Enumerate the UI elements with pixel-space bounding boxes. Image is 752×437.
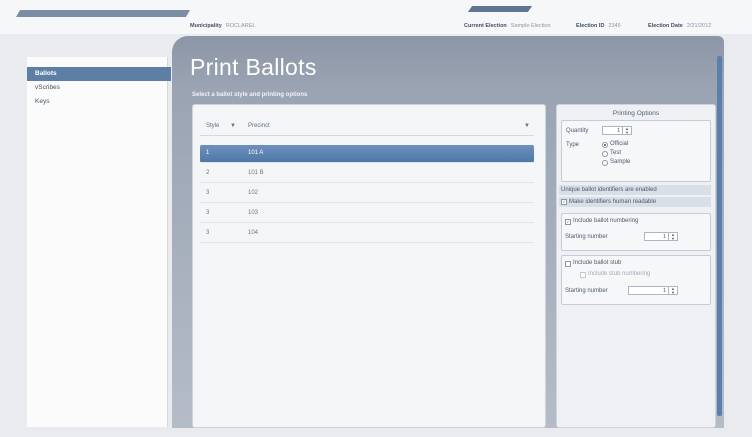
table-row[interactable]: 2 101 B xyxy=(200,165,534,183)
include-stub-checkbox[interactable] xyxy=(565,261,571,267)
table-row[interactable]: 3 103 xyxy=(200,205,534,223)
column-header-precinct[interactable]: Precinct xyxy=(248,123,270,129)
include-stub-numbering-checkbox[interactable] xyxy=(580,272,586,278)
include-numbering-checkbox[interactable]: ✓ xyxy=(565,219,571,225)
sidebar: Ballots vScribes Keys xyxy=(27,57,171,427)
current-election-label: Current Election xyxy=(464,23,507,29)
stub-starting-number-value: 1 xyxy=(662,288,666,294)
spinner-arrows-icon[interactable]: ▲ ▼ xyxy=(622,127,631,134)
table-row[interactable]: 3 104 xyxy=(200,225,534,243)
scrollbar[interactable] xyxy=(717,56,722,416)
filter-icon[interactable]: ▼ xyxy=(230,123,236,129)
table-row[interactable]: 1 101 A xyxy=(200,145,534,163)
precinct-cell: 104 xyxy=(248,230,259,236)
table-header: Style ▼ Precinct ▼ xyxy=(200,119,534,136)
style-cell: 3 xyxy=(206,230,210,236)
election-date-label: Election Date xyxy=(648,23,683,29)
page-subtitle: Select a ballot style and printing optio… xyxy=(192,92,308,98)
precinct-cell: 102 xyxy=(248,190,259,196)
quantity-value: 1 xyxy=(616,128,620,134)
current-election-value: Sample Election xyxy=(510,23,551,29)
printing-options-panel: Printing Options Quantity 1 ▲ ▼ Type Offi… xyxy=(556,104,716,428)
type-sample-radio[interactable] xyxy=(602,160,608,166)
type-official-radio[interactable] xyxy=(602,142,608,148)
precinct-cell: 103 xyxy=(248,210,259,216)
style-cell: 3 xyxy=(206,210,210,216)
type-official-label: Official xyxy=(610,141,629,147)
stub-group: Include ballot stub Include stub numberi… xyxy=(561,255,711,305)
starting-number-label: Starting number xyxy=(565,234,608,240)
type-test-label: Test xyxy=(610,150,622,156)
spinner-arrows-icon[interactable]: ▲ ▼ xyxy=(668,287,677,294)
precinct-cell: 101 A xyxy=(248,150,264,156)
table-row[interactable]: 3 102 xyxy=(200,185,534,203)
ballot-style-list: Style ▼ Precinct ▼ 1 101 A 2 101 B 3 102… xyxy=(192,104,546,428)
type-sample-label: Sample xyxy=(610,159,631,165)
stub-starting-number-stepper[interactable]: 1 ▲ ▼ xyxy=(628,286,678,295)
style-cell: 1 xyxy=(206,150,210,156)
include-stub-label: Include ballot stub xyxy=(573,260,622,266)
unique-identifiers-text: Unique ballot identifiers are enabled xyxy=(561,187,657,193)
election-id-label: Election ID xyxy=(576,23,605,29)
brand-stripe xyxy=(15,10,191,17)
starting-number-stepper[interactable]: 1 ▲ ▼ xyxy=(644,232,678,241)
election-id-value: 2345 xyxy=(608,23,621,29)
current-election-info: Current Election Sample Election xyxy=(464,23,551,29)
quantity-stepper[interactable]: 1 ▲ ▼ xyxy=(602,126,632,135)
top-bar: Municipality ROCLAREL Current Election Sam… xyxy=(0,0,752,34)
unique-identifiers-notice: Unique ballot identifiers are enabled xyxy=(559,185,711,195)
election-date-info: Election Date 2/21/2012 xyxy=(648,23,711,29)
spinner-arrows-icon[interactable]: ▲ ▼ xyxy=(668,233,677,240)
numbering-group: ✓ Include ballot numbering Starting numb… xyxy=(561,213,711,251)
printing-options-title: Printing Options xyxy=(612,110,660,117)
main-content: Print Ballots Select a ballot style and … xyxy=(172,36,724,428)
human-readable-checkbox[interactable]: ✓ xyxy=(561,199,567,205)
page-title: Print Ballots xyxy=(190,54,317,80)
include-stub-numbering-label: Include stub numbering xyxy=(588,271,651,277)
election-id-info: Election ID 2345 xyxy=(576,23,621,29)
type-test-radio[interactable] xyxy=(602,151,608,157)
municipality-label: Municipality xyxy=(190,23,222,29)
brand-stripe-secondary xyxy=(467,6,533,12)
style-cell: 3 xyxy=(206,190,210,196)
sidebar-item-ballots[interactable]: Ballots xyxy=(27,67,171,81)
quantity-label: Quantity xyxy=(566,128,589,134)
municipality-info: Municipality ROCLAREL xyxy=(190,23,255,29)
style-cell: 2 xyxy=(206,170,210,176)
human-readable-row: ✓ Make identifiers human readable xyxy=(559,197,711,207)
election-date-value: 2/21/2012 xyxy=(686,23,712,29)
human-readable-label: Make identifiers human readable xyxy=(569,199,657,205)
sidebar-item-keys[interactable]: Keys xyxy=(27,95,167,109)
sidebar-item-vscribes[interactable]: vScribes xyxy=(27,81,167,95)
precinct-cell: 101 B xyxy=(248,170,264,176)
include-numbering-label: Include ballot numbering xyxy=(573,218,639,224)
starting-number-value: 1 xyxy=(662,234,666,240)
column-header-style[interactable]: Style xyxy=(206,123,219,129)
filter-icon[interactable]: ▼ xyxy=(524,123,530,129)
quantity-type-group: Quantity 1 ▲ ▼ Type Official Test Sample xyxy=(561,120,711,182)
stub-starting-number-label: Starting number xyxy=(565,288,608,294)
type-label: Type xyxy=(566,142,580,148)
municipality-value: ROCLAREL xyxy=(225,23,256,29)
